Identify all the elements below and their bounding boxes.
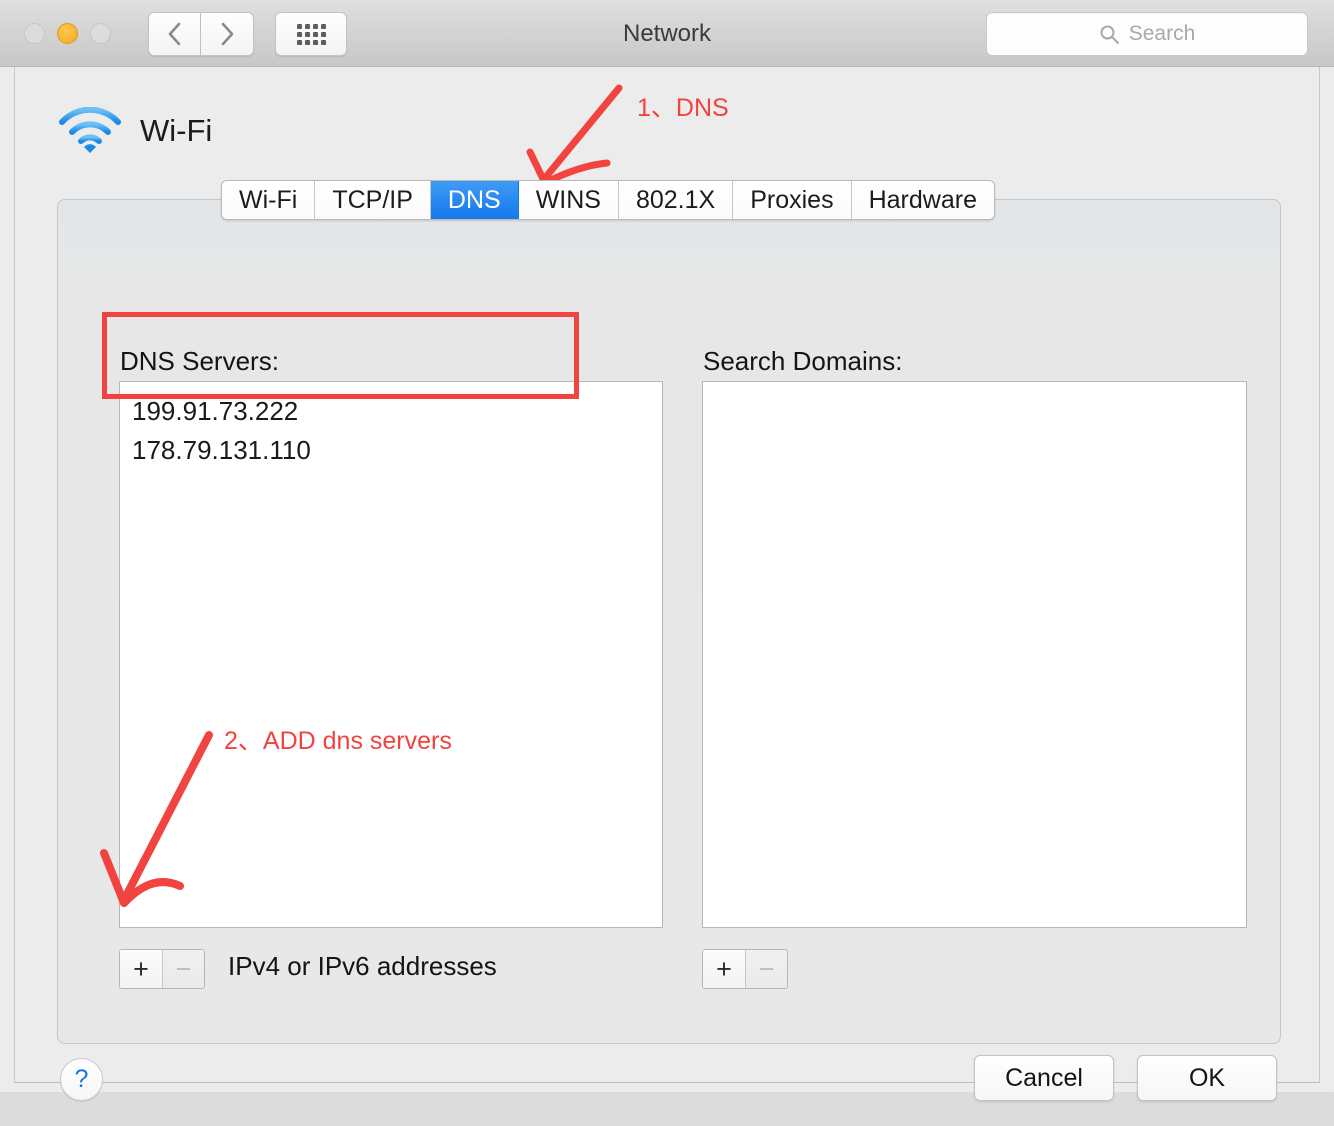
dns-tab-panel: DNS Servers: Search Domains: 199.91.73.2… xyxy=(57,199,1281,1044)
service-header: Wi-Fi xyxy=(58,107,212,155)
settings-tab-bar: Wi-Fi TCP/IP DNS WINS 802.1X Proxies Har… xyxy=(221,180,995,220)
add-dns-server-button[interactable]: + xyxy=(120,950,162,988)
tab-tcpip[interactable]: TCP/IP xyxy=(315,181,431,219)
wifi-icon xyxy=(59,107,121,153)
tab-proxies[interactable]: Proxies xyxy=(733,181,852,219)
search-domain-list[interactable] xyxy=(702,381,1247,928)
search-input[interactable]: Search xyxy=(986,12,1308,56)
add-search-domain-button[interactable]: + xyxy=(703,950,745,988)
tab-wins[interactable]: WINS xyxy=(518,181,619,219)
help-button[interactable]: ? xyxy=(60,1058,103,1101)
ok-button[interactable]: OK xyxy=(1137,1055,1277,1101)
dns-server-list[interactable]: 199.91.73.222 178.79.131.110 xyxy=(119,381,663,928)
tab-hardware[interactable]: Hardware xyxy=(851,181,994,219)
window-titlebar: Network Search xyxy=(0,0,1334,67)
desktop-background: Network Search Wi-Fi Wi-Fi TCP/IP DNS WI… xyxy=(0,0,1334,1126)
search-placeholder: Search xyxy=(1128,22,1196,45)
tab-8021x[interactable]: 802.1X xyxy=(618,181,734,219)
network-preferences-window: Network Search Wi-Fi Wi-Fi TCP/IP DNS WI… xyxy=(0,0,1334,1101)
search-icon xyxy=(1100,25,1119,44)
dns-server-add-remove-group: + − xyxy=(119,949,205,989)
remove-dns-server-button[interactable]: − xyxy=(162,950,204,988)
search-domains-label: Search Domains: xyxy=(703,346,903,376)
list-item[interactable]: 199.91.73.222 xyxy=(128,392,662,431)
list-item[interactable]: 178.79.131.110 xyxy=(128,431,662,470)
remove-search-domain-button[interactable]: − xyxy=(745,950,787,988)
cancel-button[interactable]: Cancel xyxy=(974,1055,1114,1101)
tab-dns[interactable]: DNS xyxy=(430,181,519,219)
dns-servers-label: DNS Servers: xyxy=(120,346,279,376)
dns-address-hint: IPv4 or IPv6 addresses xyxy=(228,951,497,981)
service-name: Wi-Fi xyxy=(140,113,213,148)
tab-wifi[interactable]: Wi-Fi xyxy=(222,181,316,219)
search-domain-add-remove-group: + − xyxy=(702,949,788,989)
dns-settings-sheet: Wi-Fi Wi-Fi TCP/IP DNS WINS 802.1X Proxi… xyxy=(14,67,1320,1101)
